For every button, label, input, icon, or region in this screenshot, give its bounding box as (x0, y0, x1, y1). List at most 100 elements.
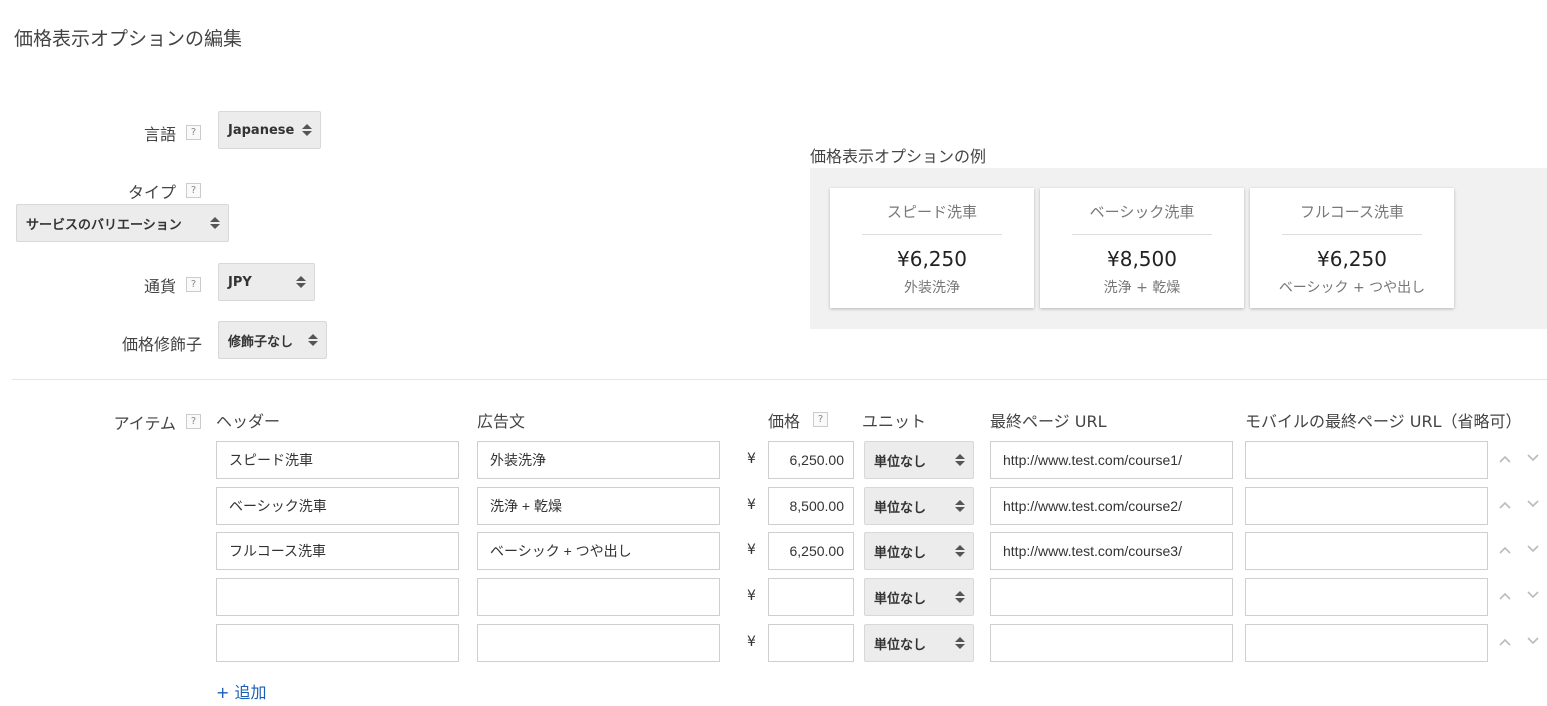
add-item-link[interactable]: + 追加 (216, 679, 267, 703)
item-unit-value: 単位なし (874, 637, 927, 653)
example-card-desc: 洗浄 + 乾燥 (1103, 280, 1181, 296)
chevron-up-icon[interactable] (1499, 454, 1511, 464)
type-select-value: サービスのバリエーション (26, 217, 182, 233)
item-price-input[interactable]: 8,500.00 (768, 487, 854, 525)
item-unit-select[interactable]: 単位なし (864, 532, 974, 570)
example-card-divider (1282, 234, 1422, 235)
modifier-select-value: 修飾子なし (228, 334, 294, 350)
currency-label: 通貨 (143, 277, 176, 296)
chevron-up-icon[interactable] (1499, 545, 1511, 555)
currency-symbol: ¥ (747, 451, 756, 467)
item-final-url-input[interactable] (990, 578, 1233, 616)
price-help-icon[interactable]: ? (813, 412, 828, 427)
column-header-unit: ユニット (862, 412, 927, 431)
item-price-input[interactable]: 6,250.00 (768, 441, 854, 479)
item-unit-value: 単位なし (874, 545, 927, 561)
item-final-url-input[interactable]: http://www.test.com/course1/ (990, 441, 1233, 479)
items-help-icon[interactable]: ? (186, 414, 201, 429)
section-divider (12, 379, 1547, 380)
item-price-input[interactable] (768, 578, 854, 616)
example-title: 価格表示オプションの例 (810, 147, 987, 166)
column-header-price: 価格 (768, 412, 801, 431)
modifier-label: 価格修飾子 (121, 335, 202, 354)
select-arrows-icon (955, 454, 965, 466)
select-arrows-icon (302, 124, 312, 136)
item-ad-text-input[interactable]: 外装洗浄 (477, 441, 720, 479)
item-final-url-input[interactable] (990, 624, 1233, 662)
example-card-header: ベーシック洗車 (1089, 203, 1195, 221)
currency-symbol: ¥ (747, 497, 756, 513)
item-ad-text-input[interactable] (477, 578, 720, 616)
select-arrows-icon (955, 591, 965, 603)
example-card: スピード洗車 ¥6,250 外装洗浄 (830, 188, 1034, 308)
item-unit-select[interactable]: 単位なし (864, 441, 974, 479)
item-ad-text-input[interactable]: ベーシック + つや出し (477, 532, 720, 570)
item-unit-value: 単位なし (874, 500, 927, 516)
select-arrows-icon (955, 500, 965, 512)
item-final-url-input[interactable]: http://www.test.com/course2/ (990, 487, 1233, 525)
currency-symbol: ¥ (747, 588, 756, 604)
example-card: フルコース洗車 ¥6,250 ベーシック + つや出し (1250, 188, 1454, 308)
chevron-down-icon[interactable] (1527, 453, 1539, 463)
currency-select[interactable]: JPY (218, 263, 315, 301)
example-card-price: ¥6,250 (897, 247, 967, 271)
example-card-price: ¥8,500 (1107, 247, 1177, 271)
select-arrows-icon (308, 334, 318, 346)
item-header-input[interactable]: フルコース洗車 (216, 532, 459, 570)
item-header-input[interactable]: スピード洗車 (216, 441, 459, 479)
column-header-mobile-url: モバイルの最終ページ URL（省略可） (1245, 412, 1522, 431)
column-header-final-url: 最終ページ URL (990, 412, 1107, 431)
select-arrows-icon (955, 545, 965, 557)
column-header-ad-text: 広告文 (477, 412, 526, 431)
item-mobile-url-input[interactable] (1245, 532, 1488, 570)
item-final-url-input[interactable]: http://www.test.com/course3/ (990, 532, 1233, 570)
item-header-input[interactable] (216, 578, 459, 616)
type-select[interactable]: サービスのバリエーション (16, 204, 229, 242)
item-price-input[interactable]: 6,250.00 (768, 532, 854, 570)
item-ad-text-input[interactable] (477, 624, 720, 662)
currency-symbol: ¥ (747, 634, 756, 650)
item-ad-text-input[interactable]: 洗浄 + 乾燥 (477, 487, 720, 525)
modifier-select[interactable]: 修飾子なし (218, 321, 327, 359)
item-header-input[interactable] (216, 624, 459, 662)
type-help-icon[interactable]: ? (186, 183, 201, 198)
currency-select-value: JPY (228, 274, 252, 290)
chevron-up-icon[interactable] (1499, 591, 1511, 601)
select-arrows-icon (210, 217, 220, 229)
language-label: 言語 (143, 125, 176, 144)
item-unit-select[interactable]: 単位なし (864, 578, 974, 616)
chevron-down-icon[interactable] (1527, 499, 1539, 509)
chevron-down-icon[interactable] (1527, 636, 1539, 646)
example-card-desc: ベーシック + つや出し (1278, 280, 1426, 296)
example-card-header: スピード洗車 (886, 203, 977, 221)
chevron-up-icon[interactable] (1499, 637, 1511, 647)
example-card-divider (1072, 234, 1212, 235)
currency-symbol: ¥ (747, 542, 756, 558)
item-unit-select[interactable]: 単位なし (864, 624, 974, 662)
item-unit-value: 単位なし (874, 591, 927, 607)
example-card-divider (862, 234, 1002, 235)
example-card-header: フルコース洗車 (1300, 203, 1404, 221)
item-header-input[interactable]: ベーシック洗車 (216, 487, 459, 525)
language-select[interactable]: Japanese (218, 111, 321, 149)
language-help-icon[interactable]: ? (186, 125, 201, 140)
item-unit-value: 単位なし (874, 454, 927, 470)
type-label: タイプ (127, 183, 176, 202)
item-unit-select[interactable]: 単位なし (864, 487, 974, 525)
chevron-down-icon[interactable] (1527, 544, 1539, 554)
select-arrows-icon (296, 276, 306, 288)
item-mobile-url-input[interactable] (1245, 578, 1488, 616)
item-mobile-url-input[interactable] (1245, 487, 1488, 525)
select-arrows-icon (955, 637, 965, 649)
column-header-header: ヘッダー (216, 412, 281, 431)
example-card: ベーシック洗車 ¥8,500 洗浄 + 乾燥 (1040, 188, 1244, 308)
item-mobile-url-input[interactable] (1245, 441, 1488, 479)
page-title: 価格表示オプションの編集 (14, 28, 243, 50)
example-card-price: ¥6,250 (1317, 247, 1387, 271)
item-mobile-url-input[interactable] (1245, 624, 1488, 662)
currency-help-icon[interactable]: ? (186, 277, 201, 292)
chevron-down-icon[interactable] (1527, 590, 1539, 600)
item-price-input[interactable] (768, 624, 854, 662)
chevron-up-icon[interactable] (1499, 500, 1511, 510)
language-select-value: Japanese (228, 122, 295, 138)
